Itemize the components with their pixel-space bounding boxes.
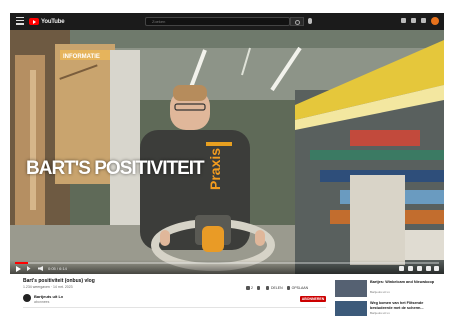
video-info-area: Bart's positiviteit (onbus) vlog 1.234 w… (10, 274, 444, 316)
microphone-icon[interactable] (308, 18, 312, 24)
video-meta: 1.234 weergaven · 14 mrt. 2023 (23, 285, 73, 289)
youtube-logo[interactable]: YouTube (29, 17, 65, 26)
video-title-overlay: BART'S POSITIVITEIT (26, 158, 205, 179)
save-button[interactable]: OPSLAAN (286, 286, 309, 290)
share-icon (265, 286, 270, 290)
subscribe-button[interactable]: ABONNEREN (300, 296, 326, 302)
share-button[interactable]: DELEN (265, 286, 283, 290)
related-video-channel: Bartjeuts uit Lx (370, 290, 390, 294)
progress-bar[interactable] (15, 262, 439, 264)
subtitles-icon[interactable] (399, 266, 404, 271)
progress-fill (15, 262, 28, 264)
player-controls: 0:05 / 6:14 (10, 260, 444, 274)
divider (23, 307, 326, 308)
volume-icon[interactable] (38, 266, 43, 271)
like-count: 2 (251, 286, 253, 290)
top-bar: YouTube Zoeken (10, 13, 444, 30)
search-input[interactable]: Zoeken (145, 17, 290, 26)
related-video-thumbnail[interactable] (335, 301, 367, 316)
save-icon (286, 286, 291, 290)
account-avatar[interactable] (431, 17, 439, 25)
logo-text: YouTube (41, 18, 65, 25)
play-icon[interactable] (16, 266, 21, 272)
related-videos: Bartjes: Winkelcam and Nieuwkoop Bartjeu… (335, 280, 440, 316)
information-sign: INFORMATIE (63, 54, 100, 60)
hamburger-menu-icon[interactable] (16, 17, 24, 25)
fullscreen-icon[interactable] (434, 266, 439, 271)
notifications-icon[interactable] (421, 18, 426, 23)
time-display: 0:05 / 6:14 (48, 266, 67, 271)
settings-icon[interactable] (408, 266, 413, 271)
search-placeholder: Zoeken (152, 19, 166, 24)
channel-subscriber-count: abonnees (34, 300, 50, 304)
like-button[interactable]: 2 (246, 286, 253, 290)
shirt-logo: Praxis (207, 148, 223, 190)
theater-mode-icon[interactable] (426, 266, 431, 271)
dislike-button[interactable] (256, 286, 262, 290)
video-actions: 2 DELEN OPSLAAN (246, 286, 308, 290)
related-video-thumbnail[interactable] (335, 280, 367, 297)
save-label: OPSLAAN (291, 286, 309, 290)
apps-icon[interactable] (411, 18, 416, 23)
related-video-channel: Bartjeuts uit Lx (370, 311, 390, 315)
related-video-item[interactable]: Weg komen van het Flitsende bestudeerde … (335, 301, 440, 316)
share-label: DELEN (270, 286, 283, 290)
play-logo-icon (29, 18, 39, 25)
related-video-title[interactable]: Bartjes: Winkelcam and Nieuwkoop (370, 280, 440, 285)
next-icon[interactable] (27, 266, 31, 271)
thumb-up-icon (246, 286, 250, 290)
create-video-icon[interactable] (401, 18, 406, 23)
miniplayer-icon[interactable] (417, 266, 422, 271)
browser-window: YouTube Zoeken INFORMATIE Praxis BART'S … (10, 13, 444, 316)
thumb-down-icon (256, 286, 261, 290)
related-video-item[interactable]: Bartjes: Winkelcam and Nieuwkoop Bartjeu… (335, 280, 440, 299)
related-video-title[interactable]: Weg komen van het Flitsende bestudeerde … (370, 301, 440, 310)
channel-avatar[interactable] (23, 294, 31, 302)
video-frame: INFORMATIE Praxis (10, 30, 444, 274)
video-title: Bart's positiviteit (onbus) vlog (23, 278, 95, 284)
header-actions (401, 18, 426, 23)
channel-name[interactable]: Bartjeuts uit Lx (34, 294, 63, 299)
search-button[interactable] (290, 17, 304, 26)
video-player[interactable]: INFORMATIE Praxis BART'S POSITIVITEIT 0:… (10, 30, 444, 274)
